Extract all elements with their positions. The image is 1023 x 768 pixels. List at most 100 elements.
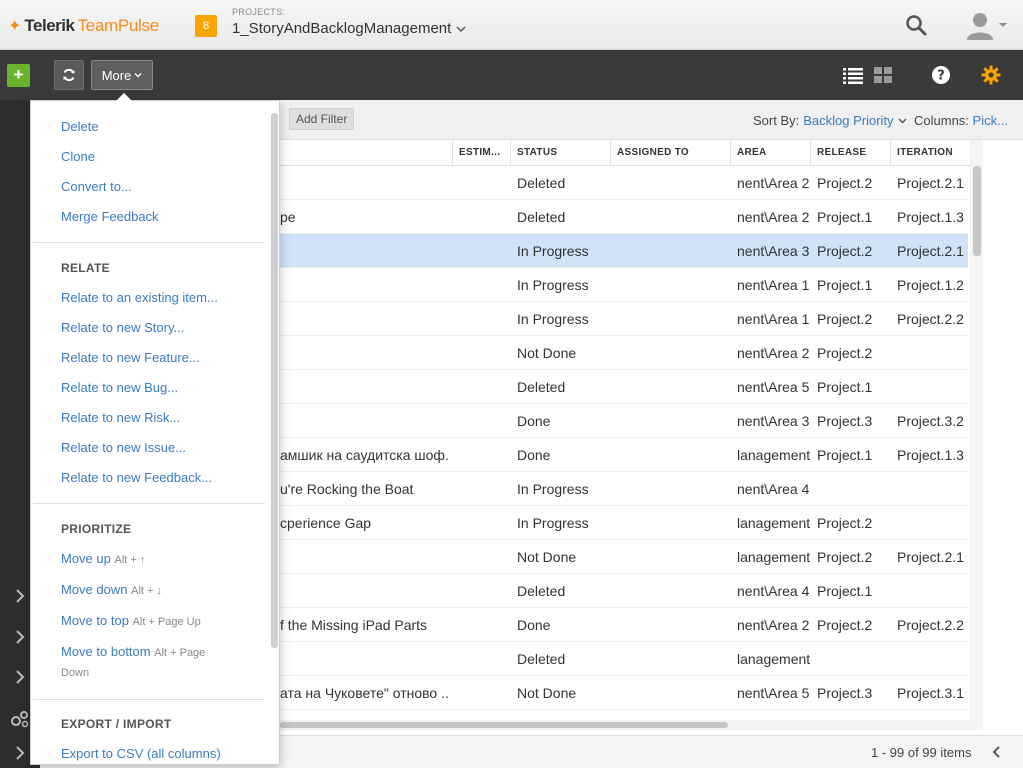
cell-status: In Progress (517, 515, 589, 531)
expand-chevron-icon[interactable] (10, 667, 30, 687)
table-row[interactable]: In Progress nent\Area 1 Project.1 Project.1… (280, 268, 968, 302)
table-row[interactable]: Deleted nent\Area 5 Project.1 (280, 370, 968, 404)
menu-item-relate-new-feedback[interactable]: Relate to new Feedback... (61, 470, 212, 485)
expand-chevron-icon[interactable] (10, 743, 30, 763)
menu-item-relate-new-risk[interactable]: Relate to new Risk... (61, 410, 180, 425)
refresh-icon (63, 68, 75, 82)
menu-item-move-down[interactable]: Move down Alt + ↓ (61, 582, 162, 597)
backlog-grid: ESTIM... STATUS ASSIGNED TO AREA RELEASE… (280, 140, 970, 720)
table-row[interactable]: pe Deleted nent\Area 2 Project.1 Project.1.3 (280, 200, 968, 234)
menu-item-merge-feedback[interactable]: Merge Feedback (61, 209, 159, 224)
menu-item-convert-to[interactable]: Convert to... (61, 179, 132, 194)
menu-item-export-csv[interactable]: Export to CSV (all columns) (61, 746, 221, 761)
table-row[interactable]: Deleted nent\Area 4 Project.1 (280, 574, 968, 608)
cell-release: Project.1 (817, 583, 873, 599)
list-view-icon[interactable] (842, 64, 864, 86)
column-header-release[interactable]: RELEASE (810, 140, 890, 166)
column-header-area[interactable]: AREA (730, 140, 810, 166)
table-row[interactable]: In Progress nent\Area 1 Project.2 Project.2… (280, 302, 968, 336)
project-selector[interactable]: 1_StoryAndBacklogManagement (232, 20, 466, 37)
table-row[interactable]: Done nent\Area 3 Project.3 Project.3.2 (280, 404, 968, 438)
table-row[interactable]: Not Done nent\Area 2 Project.2 (280, 336, 968, 370)
menu-item-move-to-bottom[interactable]: Move to bottom Alt + Page (61, 644, 205, 659)
sort-by-value[interactable]: Backlog Priority (803, 113, 893, 128)
user-menu-caret-icon[interactable] (999, 21, 1007, 29)
column-header-estimate[interactable]: ESTIM... (452, 140, 510, 166)
cell-assigned-to (617, 676, 730, 710)
user-avatar-icon[interactable] (964, 9, 996, 41)
menu-item-delete[interactable]: Delete (61, 119, 99, 134)
columns-label: Columns: (914, 113, 969, 128)
cell-iteration (897, 642, 970, 676)
menu-item-relate-new-feature[interactable]: Relate to new Feature... (61, 350, 200, 365)
card-view-icon[interactable] (872, 64, 894, 86)
cell-name (280, 540, 450, 574)
cell-name (280, 268, 450, 302)
add-item-button[interactable]: + (7, 64, 30, 87)
grid-vertical-scroll-thumb[interactable] (973, 166, 981, 256)
cell-name: ата на Чуковете" отново ... (280, 685, 450, 701)
cell-name: pe (280, 209, 296, 225)
cell-release: Project.1 (817, 209, 873, 225)
table-row[interactable]: амшик на саудитска шоф... Done lanagement P… (280, 438, 968, 472)
cell-iteration: Project.2.1 (897, 549, 964, 565)
refresh-button[interactable] (54, 60, 84, 90)
cell-area: nent\Area 2 (737, 617, 810, 633)
menu-scrollbar[interactable] (271, 113, 278, 648)
menu-heading-prioritize: PRIORITIZE (61, 522, 132, 536)
help-icon[interactable]: ? (930, 64, 952, 86)
cell-assigned-to (617, 540, 730, 574)
svg-text:?: ? (937, 69, 945, 84)
menu-item-relate-new-bug[interactable]: Relate to new Bug... (61, 380, 178, 395)
table-row[interactable]: cperience Gap In Progress lanagement Projec… (280, 506, 968, 540)
cell-name: u're Rocking the Boat (280, 481, 414, 497)
pager-previous-icon[interactable] (990, 745, 1004, 759)
shortcut-hint-continued: Down (61, 667, 90, 679)
expand-chevron-icon[interactable] (10, 586, 30, 606)
app-logo[interactable]: ✦ Telerik TeamPulse (8, 16, 159, 36)
cell-name (280, 642, 450, 676)
expand-chevron-icon[interactable] (10, 627, 30, 647)
menu-item-clone[interactable]: Clone (61, 149, 95, 164)
cell-iteration (897, 574, 970, 608)
menu-item-move-up[interactable]: Move up Alt + ↑ (61, 551, 145, 566)
menu-item-move-to-top[interactable]: Move to top Alt + Page Up (61, 613, 201, 628)
menu-item-label: Move up (61, 551, 111, 566)
cell-status: Deleted (517, 583, 566, 599)
cell-release: Project.2 (817, 311, 873, 327)
grid-horizontal-scroll-thumb[interactable] (280, 722, 728, 728)
cell-assigned-to (617, 438, 730, 472)
table-row[interactable]: Not Done lanagement Project.2 Project.2.1 (280, 540, 968, 574)
workflow-settings-icon[interactable] (10, 709, 30, 729)
settings-gear-icon[interactable] (980, 64, 1002, 86)
column-header-status[interactable]: STATUS (510, 140, 610, 166)
add-filter-button[interactable]: Add Filter (289, 108, 355, 130)
cell-area: nent\Area 3 (737, 413, 810, 429)
cell-status: Not Done (517, 685, 577, 701)
table-row[interactable]: Deleted nent\Area 2 Project.2 Project.2.1 (280, 166, 968, 200)
column-header-iteration[interactable]: ITERATION (890, 140, 970, 166)
menu-item-relate-new-story[interactable]: Relate to new Story... (61, 320, 184, 335)
cell-release: Project.2 (817, 243, 873, 259)
more-button[interactable]: More (91, 60, 153, 90)
table-row[interactable]: ата на Чуковете" отново ... Not Done nent\… (280, 676, 968, 710)
menu-item-label: Move down (61, 582, 128, 597)
table-row[interactable]: f the Missing iPad Parts Done nent\Area 2 P… (280, 608, 968, 642)
table-row[interactable]: In Progress nent\Area 3 Project.2 Project.2… (280, 234, 968, 268)
search-icon[interactable] (905, 14, 927, 36)
right-gutter (983, 140, 1023, 735)
column-header-assigned-to[interactable]: ASSIGNED TO (610, 140, 730, 166)
cell-iteration: Project.1.2 (897, 277, 964, 293)
menu-item-relate-existing[interactable]: Relate to an existing item... (61, 290, 218, 305)
table-row[interactable]: Deleted lanagement (280, 642, 968, 676)
shortcut-hint: Alt + Page (154, 647, 206, 659)
columns-pick-link[interactable]: Pick... (973, 113, 1008, 128)
plus-icon: + (13, 65, 24, 84)
sort-by-control[interactable]: Sort By: Backlog Priority (753, 113, 907, 128)
brand-primary: Telerik (24, 16, 75, 35)
cell-area: nent\Area 3 (737, 243, 810, 259)
shortcut-hint: Alt + ↑ (114, 554, 146, 566)
table-row[interactable]: u're Rocking the Boat In Progress nent\Are… (280, 472, 968, 506)
cell-name: cperience Gap (280, 515, 372, 531)
menu-item-relate-new-issue[interactable]: Relate to new Issue... (61, 440, 186, 455)
